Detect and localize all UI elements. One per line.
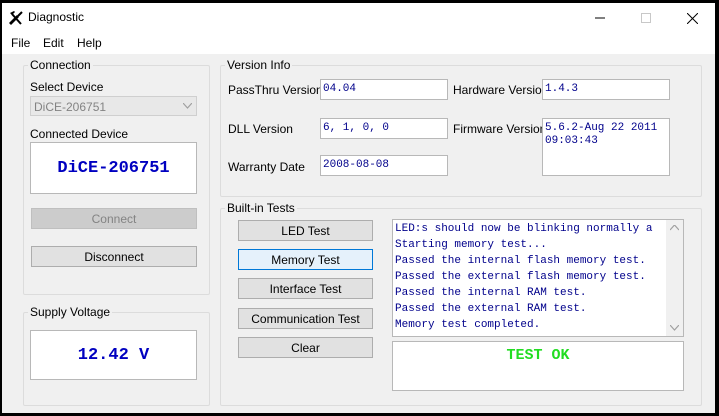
- menu-file[interactable]: File: [11, 36, 30, 50]
- log-line: Memory test completed.: [395, 319, 541, 331]
- window-title: Diagnostic: [28, 10, 85, 24]
- hardware-version-label: Hardware Version: [453, 83, 549, 97]
- close-button[interactable]: [669, 3, 715, 33]
- minimize-icon: [595, 17, 605, 19]
- led-test-button[interactable]: LED Test: [238, 220, 373, 241]
- scroll-down-icon[interactable]: [670, 325, 679, 331]
- version-info-label: Version Info: [225, 58, 293, 72]
- menu-help[interactable]: Help: [77, 36, 102, 50]
- connect-button: Connect: [31, 208, 197, 229]
- device-select-value: DiCE-206751: [34, 100, 107, 114]
- test-log[interactable]: LED:s should now be blinking normally a S…: [392, 219, 684, 337]
- diagnostic-window: Diagnostic File Edit Help Connection Sel…: [2, 3, 715, 413]
- menu-bar: File Edit Help: [2, 33, 715, 54]
- connection-group-label: Connection: [28, 58, 93, 72]
- maximize-icon: [641, 13, 651, 23]
- maximize-button: [623, 3, 669, 33]
- supply-voltage-display: 12.42 V: [30, 330, 197, 380]
- log-line: Passed the internal flash memory test.: [395, 255, 646, 267]
- select-device-label: Select Device: [30, 80, 104, 94]
- memory-test-button[interactable]: Memory Test: [238, 249, 373, 270]
- built-in-tests-label: Built-in Tests: [225, 201, 297, 215]
- title-bar: Diagnostic: [2, 3, 715, 33]
- log-line: Passed the external RAM test.: [395, 303, 587, 315]
- scroll-up-icon[interactable]: [670, 225, 679, 231]
- log-scrollbar[interactable]: [666, 220, 683, 336]
- dll-version-field: 6, 1, 0, 0: [320, 118, 448, 139]
- close-icon: [686, 12, 698, 24]
- clear-button[interactable]: Clear: [238, 337, 373, 358]
- dll-version-label: DLL Version: [228, 122, 293, 136]
- firmware-version-field: 5.6.2-Aug 22 2011 09:03:43: [542, 118, 670, 176]
- disconnect-button[interactable]: Disconnect: [31, 246, 197, 267]
- communication-test-button[interactable]: Communication Test: [238, 308, 373, 329]
- interface-test-button[interactable]: Interface Test: [238, 278, 373, 299]
- hardware-version-field: 1.4.3: [542, 79, 670, 100]
- tools-icon: [9, 11, 23, 25]
- log-line: Passed the external flash memory test.: [395, 271, 646, 283]
- device-select: DiCE-206751: [30, 96, 197, 116]
- test-result-display: TEST OK: [392, 341, 684, 391]
- passthru-version-field: 04.04: [320, 79, 448, 100]
- log-line: Starting memory test...: [395, 239, 547, 251]
- connected-device-label: Connected Device: [30, 127, 129, 141]
- firmware-version-label: Firmware Version: [453, 122, 547, 136]
- warranty-date-field: 2008-08-08: [320, 155, 448, 176]
- passthru-version-label: PassThru Version: [228, 83, 323, 97]
- test-result-text: TEST OK: [506, 347, 570, 364]
- chevron-down-icon: [183, 103, 192, 109]
- minimize-button[interactable]: [577, 3, 623, 33]
- log-line: Passed the internal RAM test.: [395, 287, 587, 299]
- connected-device-display: DiCE-206751: [30, 142, 197, 194]
- log-line: LED:s should now be blinking normally a: [395, 223, 653, 235]
- warranty-date-label: Warranty Date: [228, 160, 305, 174]
- supply-voltage-label: Supply Voltage: [28, 305, 113, 319]
- menu-edit[interactable]: Edit: [43, 36, 64, 50]
